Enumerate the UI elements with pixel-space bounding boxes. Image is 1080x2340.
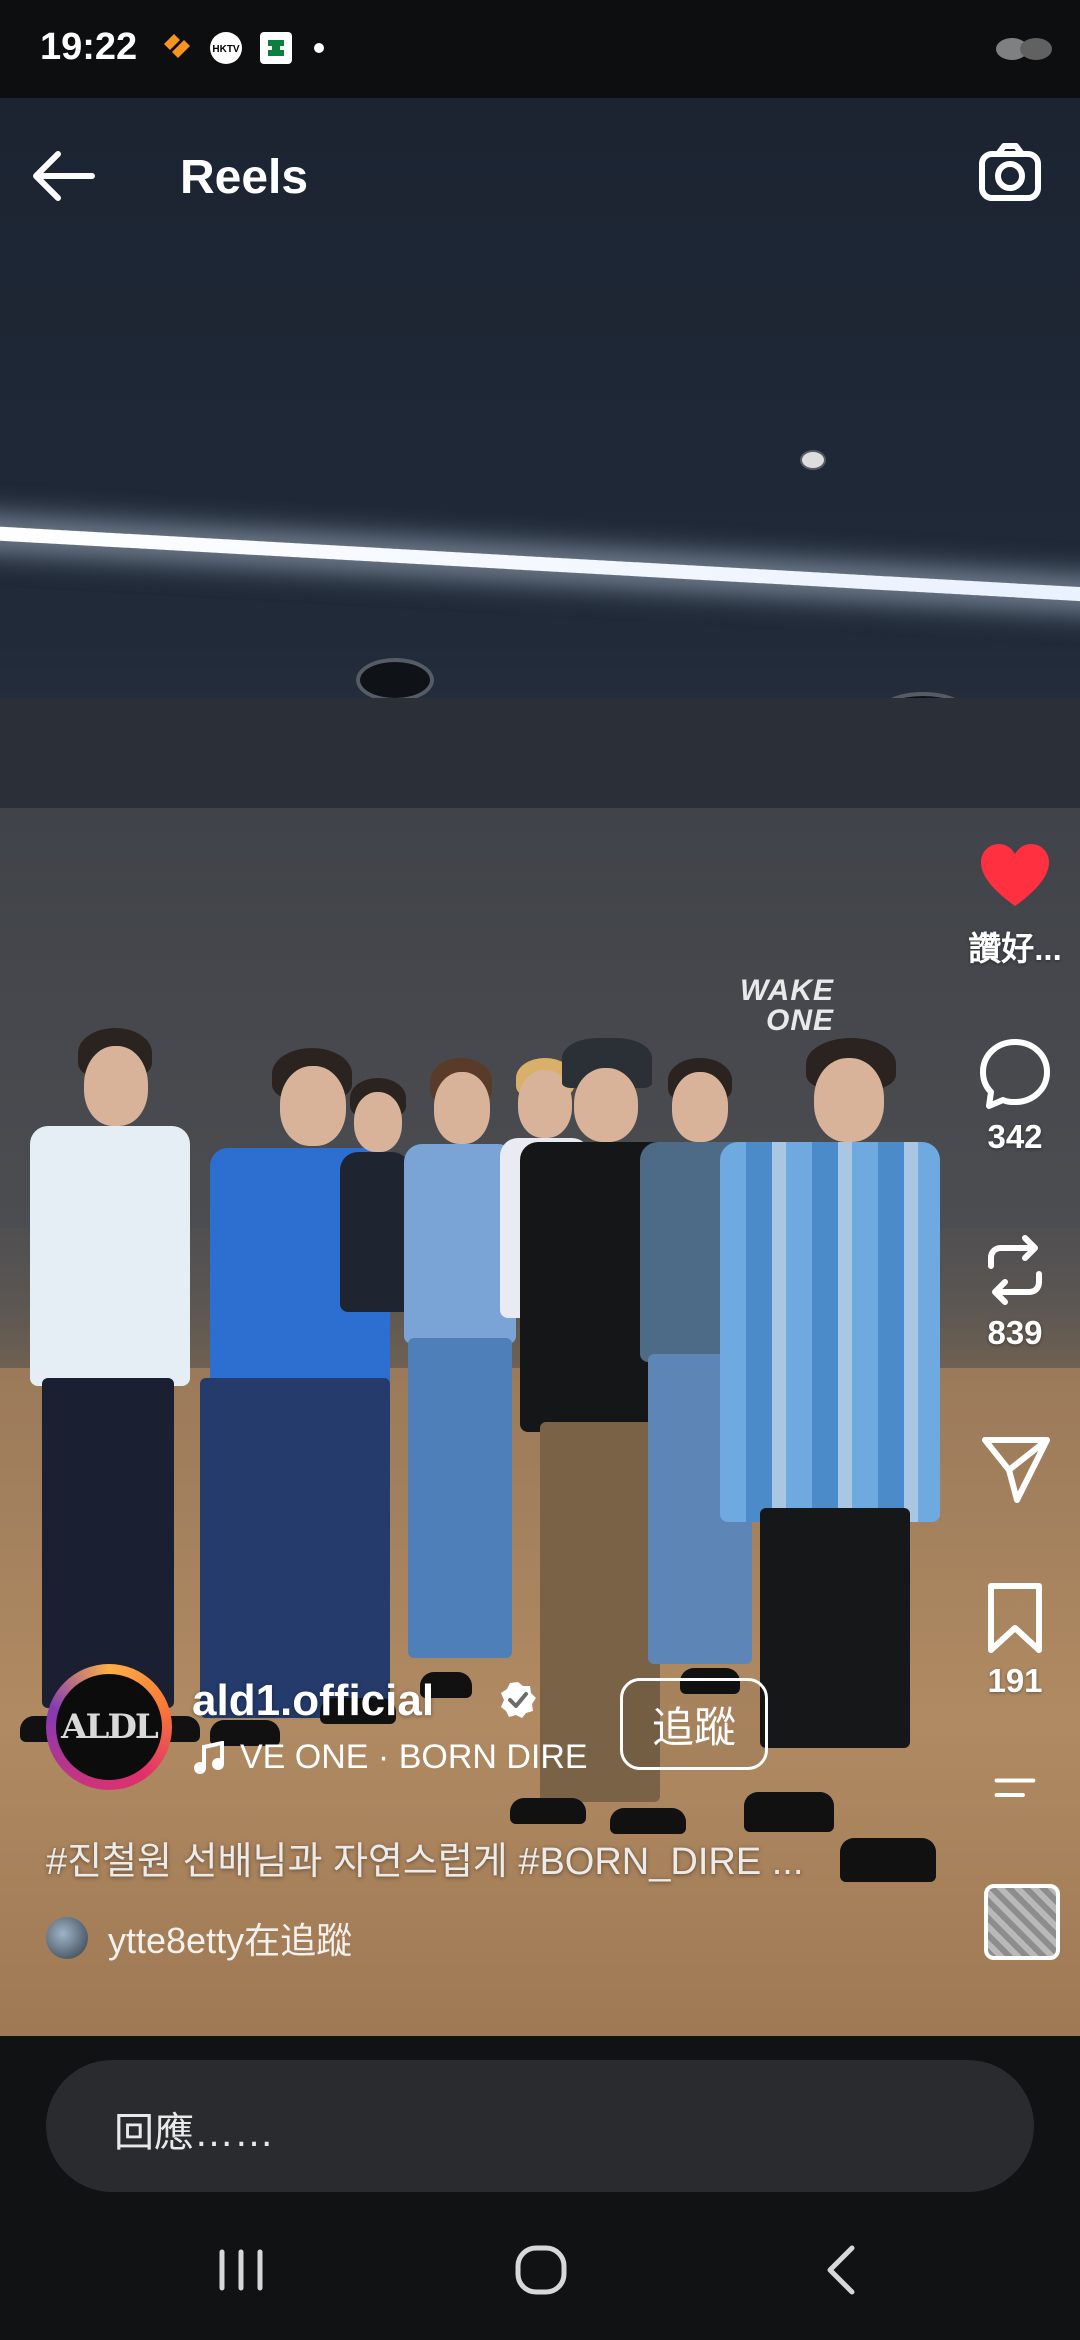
comment-count: 342 xyxy=(987,1118,1043,1155)
dot-icon xyxy=(314,43,324,53)
ceiling-light xyxy=(0,524,1080,606)
hktv-icon: HKTV xyxy=(210,32,242,64)
like-button[interactable]: 讚好... xyxy=(950,840,1080,970)
ceiling-band xyxy=(0,698,1080,808)
wall-sign: WAKE ONE xyxy=(740,976,834,1036)
share-button[interactable] xyxy=(950,1430,1080,1506)
ceiling-spot xyxy=(356,658,434,702)
wall-sign-line: WAKE xyxy=(740,974,834,1007)
follower-avatar xyxy=(46,1917,88,1959)
follow-button[interactable]: 追蹤 xyxy=(620,1678,768,1770)
caption[interactable]: #진철원 선배님과 자연스럽게 #BORN_DIRE ... xyxy=(46,1830,803,1885)
like-label: 讚好... xyxy=(968,930,1062,967)
home-icon[interactable] xyxy=(506,2240,576,2300)
repost-icon[interactable] xyxy=(977,1232,1053,1308)
status-icons: HKTV xyxy=(158,30,324,66)
bank-app-icon xyxy=(260,32,292,64)
recent-apps-icon[interactable] xyxy=(206,2240,276,2300)
heart-app-icon xyxy=(164,34,190,58)
story-ring[interactable]: ALDL xyxy=(46,1664,172,1790)
followed-by-row[interactable]: ytte8etty在追蹤 xyxy=(46,1912,352,1964)
audio-thumbnail[interactable] xyxy=(984,1884,1060,1960)
arrow-left-icon[interactable] xyxy=(30,146,100,206)
signal-icon xyxy=(996,38,1052,60)
back-icon[interactable] xyxy=(808,2240,878,2300)
followed-by-text: ytte8etty在追蹤 xyxy=(108,1920,353,1961)
ceiling-spot xyxy=(800,450,826,470)
reply-input[interactable]: 回應…… xyxy=(46,2060,1034,2192)
save-count: 191 xyxy=(987,1662,1043,1699)
reply-placeholder: 回應…… xyxy=(114,2111,274,2155)
music-title: VE ONE · BORN DIRE xyxy=(240,1738,588,1776)
more-icon[interactable] xyxy=(977,1770,1053,1820)
wall-sign-line: ONE xyxy=(765,1004,834,1037)
save-button[interactable]: 191 xyxy=(950,1580,1080,1700)
music-note-icon xyxy=(194,1740,224,1774)
send-icon[interactable] xyxy=(977,1430,1053,1506)
dancer-figure xyxy=(20,1028,200,1748)
page-title: Reels xyxy=(180,151,309,204)
comment-button[interactable]: 342 xyxy=(950,1036,1080,1156)
status-time: 19:22 xyxy=(40,26,138,68)
status-bar: 19:22 HKTV xyxy=(0,0,1080,98)
repost-button[interactable]: 839 xyxy=(950,1232,1080,1352)
repost-count: 839 xyxy=(987,1314,1043,1351)
more-button[interactable] xyxy=(950,1770,1080,1820)
music-info[interactable]: VE ONE · BORN DIRE xyxy=(192,1738,588,1777)
svg-text:HKTV: HKTV xyxy=(212,44,240,55)
top-bar: Reels xyxy=(0,98,1080,258)
comment-icon[interactable] xyxy=(977,1036,1053,1112)
system-nav-bar xyxy=(0,2200,1080,2340)
bookmark-icon[interactable] xyxy=(977,1580,1053,1656)
camera-icon[interactable] xyxy=(976,140,1044,208)
verified-badge-icon xyxy=(501,1682,536,1718)
creator-info: ALDL ald1.official VE ONE · BORN DIRE 追蹤 xyxy=(46,1664,946,1804)
heart-icon[interactable] xyxy=(977,840,1053,916)
avatar[interactable]: ALDL xyxy=(56,1674,162,1780)
username[interactable]: ald1.official xyxy=(192,1676,434,1726)
